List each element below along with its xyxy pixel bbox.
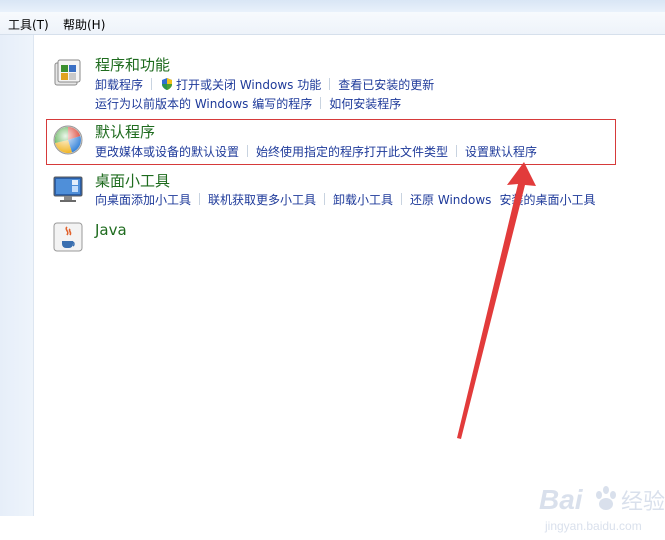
baidu-watermark: Bai 经验 jingyan.baidu.com — [539, 475, 665, 537]
menu-tools[interactable]: 工具(T) — [5, 15, 52, 34]
annotation-arrow — [457, 162, 536, 439]
menu-bar: 工具(T) 帮助(H) — [0, 12, 665, 35]
left-navigation-pane — [0, 35, 34, 516]
svg-text:经验: 经验 — [621, 490, 665, 515]
svg-text:jingyan.baidu.com: jingyan.baidu.com — [544, 519, 642, 533]
menu-help[interactable]: 帮助(H) — [60, 15, 108, 34]
svg-text:Bai: Bai — [539, 484, 584, 515]
control-panel-content: 程序和功能 卸载程序 打开或关闭 Windows 功能 查看已安装的更新 运行为以前… — [34, 35, 665, 533]
baidu-logo-icon: Bai 经验 jingyan.baidu.com — [539, 484, 665, 533]
